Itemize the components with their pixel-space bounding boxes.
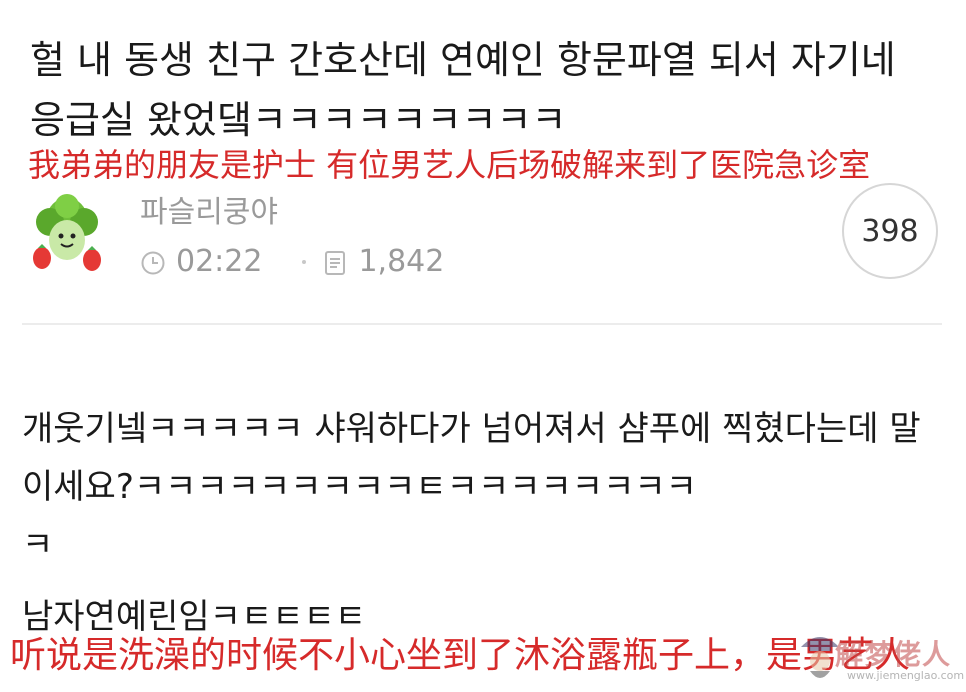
watermark-url: www.jiemenglao.com — [847, 669, 965, 682]
comment-line-2: ㅋ — [22, 525, 54, 565]
comment-count-button[interactable]: 398 — [842, 183, 938, 279]
chinese-caption-bottom: 听说是洗澡的时候不小心坐到了沐浴露瓶子上，是男艺人 — [10, 635, 911, 676]
section-divider — [22, 323, 942, 325]
site-watermark: 解梦佬人 www.jiemenglao.com — [795, 625, 966, 692]
post-meta: 02:22 1,842 — [140, 244, 444, 279]
author-name[interactable]: 파슬리쿵야 — [140, 187, 278, 231]
watermark-text: 解梦佬人 — [835, 638, 952, 671]
view-count: 1,842 — [358, 244, 445, 279]
chinese-caption-top: 我弟弟的朋友是护士 有位男艺人后场破解来到了医院急诊室 — [28, 146, 871, 184]
broccoli-avatar-icon — [33, 194, 101, 271]
post-title: 헐 내 동생 친구 간호산데 연예인 항문파열 되서 자기네 응급실 왔었댘ㅋㅋ… — [30, 38, 896, 142]
separator-dot — [302, 259, 307, 264]
comment-line-1: 개웃기넼ㅋㅋㅋㅋㅋ 샤워하다가 넘어져서 샴푸에 찍혔다는데 말이세요?ㅋㅋㅋㅋ… — [22, 409, 921, 507]
comment-body: 개웃기넼ㅋㅋㅋㅋㅋ 샤워하다가 넘어져서 샴푸에 찍혔다는데 말이세요?ㅋㅋㅋㅋ… — [22, 400, 942, 646]
post-screen: 헐 내 동생 친구 간호산데 연예인 항문파열 되서 자기네 응급실 왔었댘ㅋㅋ… — [0, 0, 966, 692]
clock-icon — [140, 249, 166, 275]
post-time: 02:22 — [176, 244, 263, 279]
document-icon — [322, 249, 348, 275]
author-avatar[interactable] — [22, 188, 112, 278]
